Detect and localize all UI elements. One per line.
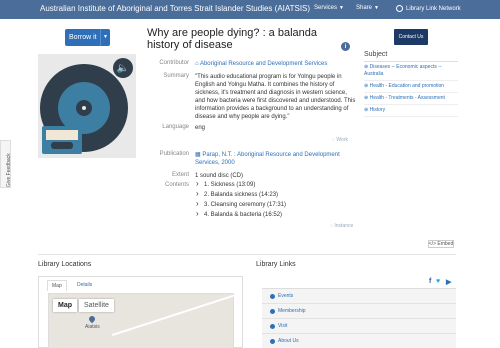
contributor-label: Contributor: [159, 60, 189, 66]
map-view[interactable]: Map Satellite Aiatsis: [48, 293, 237, 348]
contents-item: 1. Sickness (13:09): [195, 179, 286, 190]
language-value: eng: [195, 125, 206, 131]
feedback-label: Give Feedback: [6, 153, 12, 187]
contributor-value: Aboriginal Resource and Development Serv…: [199, 61, 328, 67]
cassette-window: [51, 142, 73, 149]
map-road: [111, 293, 237, 337]
map-pin-icon[interactable]: [87, 314, 97, 324]
services-label: Services: [314, 5, 338, 11]
youtube-icon[interactable]: ▶: [446, 278, 451, 286]
library-link-visit[interactable]: Visit: [262, 319, 456, 334]
work-link[interactable]: ◌ Work: [332, 137, 348, 143]
embed-button[interactable]: </> Embed: [428, 240, 454, 248]
subject-item-label: Diseases -- Economic aspects -- Australi…: [364, 64, 442, 77]
audio-speaker-icon: 🔈: [113, 58, 133, 78]
cassette-label: [46, 130, 78, 140]
extent-label: Extent: [171, 172, 189, 178]
code-icon: </>: [428, 241, 436, 247]
publication-label: Publication: [159, 151, 189, 157]
library-link-membership[interactable]: Membership: [262, 304, 456, 319]
chevron-down-icon: ▼: [339, 5, 344, 11]
library-network-label: Library Link Network: [406, 5, 461, 12]
site-brand[interactable]: Australian Institute of Aboriginal and T…: [40, 4, 310, 13]
cassette-icon: [42, 126, 82, 154]
map-pin-label: Aiatsis: [85, 324, 100, 330]
publication-value: Parap, N.T. : Aboriginal Resource and De…: [195, 152, 340, 166]
borrow-button[interactable]: Borrow it ▼: [65, 29, 110, 46]
feedback-tab[interactable]: Give Feedback: [0, 140, 12, 188]
cover-image: 🔈: [38, 54, 136, 158]
top-navbar: Australian Institute of Aboriginal and T…: [0, 0, 500, 19]
share-label: Share: [356, 5, 373, 11]
instance-label: Instance: [334, 223, 354, 229]
section-divider: [38, 254, 456, 255]
link-label: About Us: [278, 338, 299, 344]
link-label: Visit: [278, 323, 288, 329]
bullet-icon: [270, 294, 275, 299]
library-locations-panel: Map Details Map Satellite Aiatsis: [38, 276, 243, 348]
library-locations-heading: Library Locations: [38, 261, 92, 268]
subject-item[interactable]: ⊕ History: [364, 105, 458, 117]
contents-item: 2. Balanda sickness (14:23): [195, 189, 286, 200]
location-icon: [396, 5, 403, 12]
borrow-label: Borrow it: [69, 34, 97, 41]
library-links-list: Events Membership Visit About Us: [262, 288, 456, 348]
language-label: Language: [162, 124, 189, 130]
link-label: Events: [278, 293, 294, 299]
contents-list: 1. Sickness (13:09) 2. Balanda sickness …: [195, 179, 286, 220]
info-icon[interactable]: i: [341, 42, 350, 51]
library-links-heading: Library Links: [256, 261, 296, 268]
summary-text: "This audio educational program is for Y…: [195, 74, 356, 120]
page-title: Why are people dying? : a balanda histor…: [147, 27, 318, 51]
share-menu[interactable]: Share ▼: [356, 5, 379, 11]
subject-list: ⊕ Diseases -- Economic aspects -- Austra…: [364, 61, 458, 117]
vinyl-hole: [82, 106, 86, 110]
tab-details[interactable]: Details: [73, 280, 96, 290]
button-divider: [100, 29, 101, 46]
library-link-about-us[interactable]: About Us: [262, 334, 456, 348]
summary-label: Summary: [163, 73, 189, 79]
link-label: Membership: [278, 308, 306, 314]
facebook-icon[interactable]: f: [429, 278, 431, 285]
subject-item[interactable]: ⊕ Health - Treatments - Assessment: [364, 93, 458, 105]
map-type-map-button[interactable]: Map: [53, 299, 77, 312]
library-network-link[interactable]: Library Link Network: [396, 5, 461, 12]
bullet-icon: [270, 309, 275, 314]
embed-label: Embed: [437, 241, 454, 247]
services-menu[interactable]: Services ▼: [314, 5, 344, 11]
contents-label: Contents: [164, 182, 189, 188]
subject-item-label: Health - Education and promotion: [369, 83, 445, 89]
work-label: Work: [336, 137, 348, 143]
bullet-icon: [270, 339, 275, 344]
contact-us-button[interactable]: Contact Us: [394, 29, 428, 45]
bullet-icon: [270, 324, 275, 329]
map-type-satellite-button[interactable]: Satellite: [79, 299, 114, 312]
subject-heading: Subject: [364, 51, 388, 58]
subject-item[interactable]: ⊕ Diseases -- Economic aspects -- Austra…: [364, 62, 458, 81]
subject-item[interactable]: ⊕ Health - Education and promotion: [364, 81, 458, 93]
publication-link[interactable]: ▦ Parap, N.T. : Aboriginal Resource and …: [195, 151, 345, 167]
chevron-down-icon: ▼: [374, 5, 379, 11]
subject-item-label: Health - Treatments - Assessment: [369, 95, 445, 101]
contents-item: 4. Balanda & bacteria (16:52): [195, 209, 286, 220]
instance-link[interactable]: ◌ Instance: [330, 223, 353, 229]
tab-map[interactable]: Map: [47, 280, 67, 291]
extent-value: 1 sound disc (CD): [195, 173, 244, 179]
subject-item-label: History: [369, 107, 386, 113]
contributor-link[interactable]: ⌂ Aboriginal Resource and Development Se…: [195, 60, 327, 68]
contents-item: 3. Cleansing ceremony (17:31): [195, 199, 286, 210]
chevron-down-icon[interactable]: ▼: [103, 34, 108, 40]
library-link-events[interactable]: Events: [262, 289, 456, 304]
twitter-icon[interactable]: ♥: [436, 278, 440, 285]
